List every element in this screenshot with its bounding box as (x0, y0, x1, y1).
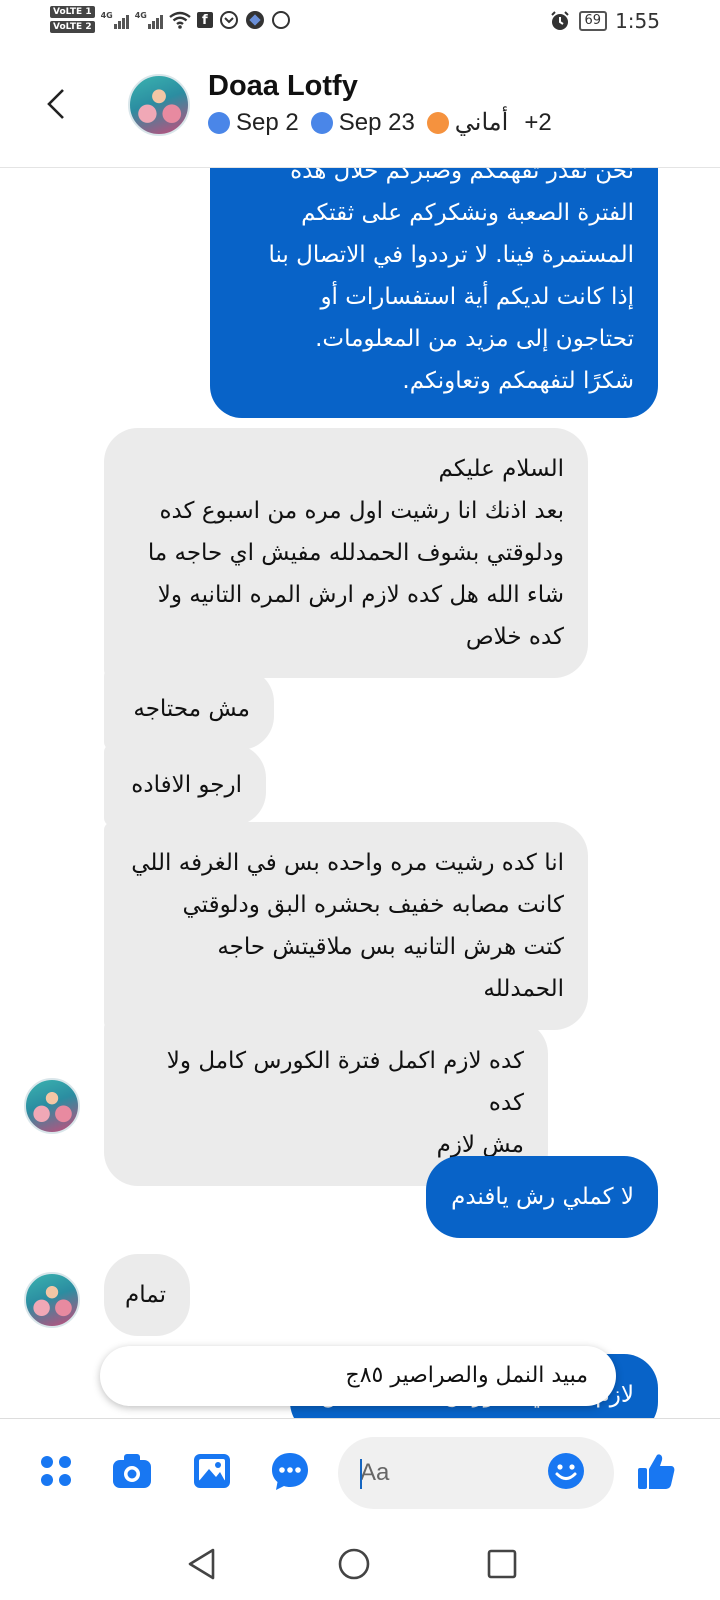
circle-status-icon (271, 10, 290, 29)
message-bubble-outgoing[interactable]: نحن نقدر تفهمكم وصبركم خلال هذه الفترة ا… (210, 168, 658, 418)
alarm-icon (550, 11, 569, 30)
chat-bubble-icon (272, 1453, 308, 1490)
message-bubble-incoming[interactable]: تمام (104, 1254, 190, 1336)
chip-label: Sep 2 (236, 108, 299, 136)
volte-indicators: VoLTE 1 VoLTE 2 (50, 6, 95, 33)
chat-extensions-button[interactable] (268, 1449, 312, 1493)
back-button[interactable] (40, 84, 72, 124)
message-bubble-incoming[interactable]: ارجو الافاده (104, 744, 266, 826)
sim1-signal-icon: 4G (101, 11, 129, 29)
message-bubble-incoming[interactable]: مش محتاجه (104, 668, 274, 750)
status-right: 69 1:55 (549, 9, 660, 33)
emoji-icon (548, 1453, 584, 1489)
triangle-back-icon (188, 1548, 215, 1580)
sim2-network-label: 4G (134, 10, 147, 20)
volte2-badge: VoLTE 2 (50, 21, 95, 33)
chip-dot-icon (208, 111, 230, 134)
chip-label: أماني (454, 109, 509, 136)
contact-name[interactable]: Doaa Lotfy (208, 70, 358, 103)
status-time: 1:55 (615, 9, 660, 33)
contact-avatar[interactable] (128, 74, 190, 136)
text-caret (360, 1459, 362, 1489)
wifi-icon (169, 11, 191, 29)
gallery-icon (194, 1454, 230, 1488)
nav-home-button[interactable] (334, 1544, 374, 1584)
message-bubble-incoming[interactable]: السلام عليكم بعد اذنك انا رشيت اول مره م… (104, 428, 588, 678)
chip-label: Sep 23 (338, 108, 415, 136)
chat-header: Doaa Lotfy Sep 2 Sep 23 أماني +2 (0, 46, 720, 168)
nav-recents-button[interactable] (482, 1544, 522, 1584)
emoji-button[interactable] (544, 1449, 588, 1493)
system-navigation-bar (0, 1526, 720, 1600)
chip-dot-icon (426, 111, 449, 134)
message-list[interactable]: نحن نقدر تفهمكم وصبركم خلال هذه الفترة ا… (0, 168, 720, 1418)
circle-home-icon (338, 1548, 370, 1580)
square-recents-icon (487, 1549, 517, 1579)
label-chips[interactable]: Sep 2 Sep 23 أماني +2 (208, 108, 552, 137)
chevron-left-icon (47, 89, 64, 119)
gallery-button[interactable] (190, 1449, 234, 1493)
battery-level: 69 (578, 11, 608, 31)
like-button[interactable] (634, 1449, 678, 1493)
sender-avatar[interactable] (24, 1272, 80, 1328)
thumbs-up-icon (638, 1454, 675, 1489)
message-composer (0, 1418, 720, 1526)
more-chips-count: +2 (524, 108, 552, 136)
camera-button[interactable] (110, 1449, 154, 1493)
quick-reply-suggestion[interactable]: مبيد النمل والصراصير ٨٥ج (100, 1346, 616, 1406)
app-notification-icon (245, 10, 264, 29)
facebook-notification-icon: f (196, 11, 213, 28)
menu-button[interactable] (34, 1449, 78, 1493)
sim2-signal-icon: 4G (135, 11, 163, 29)
sim1-network-label: 4G (100, 10, 113, 20)
menu-dots-icon (41, 1456, 71, 1486)
chip-dot-icon (310, 111, 333, 134)
status-bar: VoLTE 1 VoLTE 2 4G 4G f 69 1:55 (0, 0, 720, 46)
sender-avatar[interactable] (24, 1078, 80, 1134)
message-bubble-incoming[interactable]: انا كده رشيت مره واحده بس في الغرفه اللي… (104, 822, 588, 1030)
nav-back-button[interactable] (182, 1544, 222, 1584)
sync-icon (219, 10, 238, 29)
status-left: VoLTE 1 VoLTE 2 4G 4G f (50, 6, 291, 33)
camera-icon (113, 1454, 151, 1488)
volte1-badge: VoLTE 1 (50, 6, 95, 18)
message-bubble-outgoing[interactable]: لا كملي رش يافندم (426, 1156, 658, 1238)
